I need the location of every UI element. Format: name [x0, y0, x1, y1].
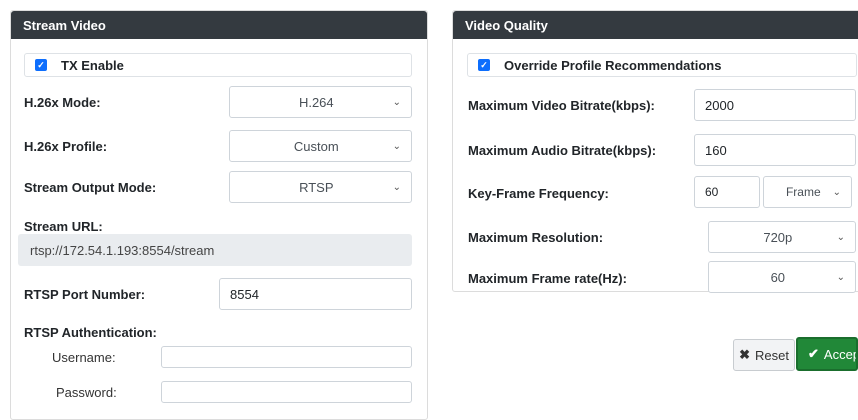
h26x-profile-select[interactable]: Custom ⌄ [229, 130, 412, 162]
max-audio-bitrate-label: Maximum Audio Bitrate(kbps): [468, 143, 657, 158]
stream-output-mode-select[interactable]: RTSP ⌄ [229, 171, 412, 203]
max-resolution-select[interactable]: 720p ⌄ [708, 221, 856, 253]
check-icon: ✔ [808, 346, 819, 361]
tx-enable-row[interactable]: ✓ TX Enable [24, 53, 412, 77]
chevron-down-icon: ⌄ [832, 186, 841, 198]
max-video-bitrate-input[interactable]: 2000 [694, 89, 856, 121]
chevron-down-icon: ⌄ [836, 231, 845, 243]
tx-enable-label: TX Enable [61, 57, 124, 73]
chevron-down-icon: ⌄ [392, 181, 401, 193]
max-video-bitrate-label: Maximum Video Bitrate(kbps): [468, 98, 655, 113]
video-quality-header: Video Quality [453, 11, 858, 39]
username-input[interactable] [161, 346, 412, 368]
password-label: Password: [56, 385, 117, 400]
stream-video-header: Stream Video [11, 11, 427, 39]
override-checkbox[interactable]: ✓ [478, 59, 490, 71]
max-resolution-label: Maximum Resolution: [468, 230, 604, 245]
password-input[interactable] [161, 381, 412, 403]
chevron-down-icon: ⌄ [392, 96, 401, 108]
h26x-mode-label: H.26x Mode: [24, 95, 101, 110]
h26x-profile-label: H.26x Profile: [24, 139, 108, 154]
reset-button[interactable]: ✖ Reset [733, 339, 795, 371]
tx-enable-checkbox[interactable]: ✓ [35, 59, 47, 71]
rtsp-auth-label: RTSP Authentication: [24, 325, 157, 340]
override-row[interactable]: ✓ Override Profile Recommendations [467, 53, 857, 77]
key-frame-label: Key-Frame Frequency: [468, 186, 609, 201]
max-frame-rate-label: Maximum Frame rate(Hz): [468, 271, 627, 286]
key-frame-unit-select[interactable]: Frame ⌄ [763, 176, 852, 208]
chevron-down-icon: ⌄ [392, 140, 401, 152]
rtsp-port-label: RTSP Port Number: [24, 287, 146, 302]
username-label: Username: [52, 350, 116, 365]
override-label: Override Profile Recommendations [504, 57, 722, 73]
max-audio-bitrate-input[interactable]: 160 [694, 134, 856, 166]
rtsp-port-input[interactable]: 8554 [219, 278, 412, 310]
key-frame-input[interactable]: 60 [694, 176, 760, 208]
stream-url-field: rtsp://172.54.1.193:8554/stream [18, 234, 412, 266]
max-frame-rate-select[interactable]: 60 ⌄ [708, 261, 856, 293]
h26x-mode-select[interactable]: H.264 ⌄ [229, 86, 412, 118]
stream-url-label: Stream URL: [24, 219, 103, 234]
close-icon: ✖ [739, 347, 750, 362]
accept-button[interactable]: ✔ Accept [796, 337, 858, 371]
stream-output-mode-label: Stream Output Mode: [24, 180, 157, 195]
chevron-down-icon: ⌄ [836, 271, 845, 283]
